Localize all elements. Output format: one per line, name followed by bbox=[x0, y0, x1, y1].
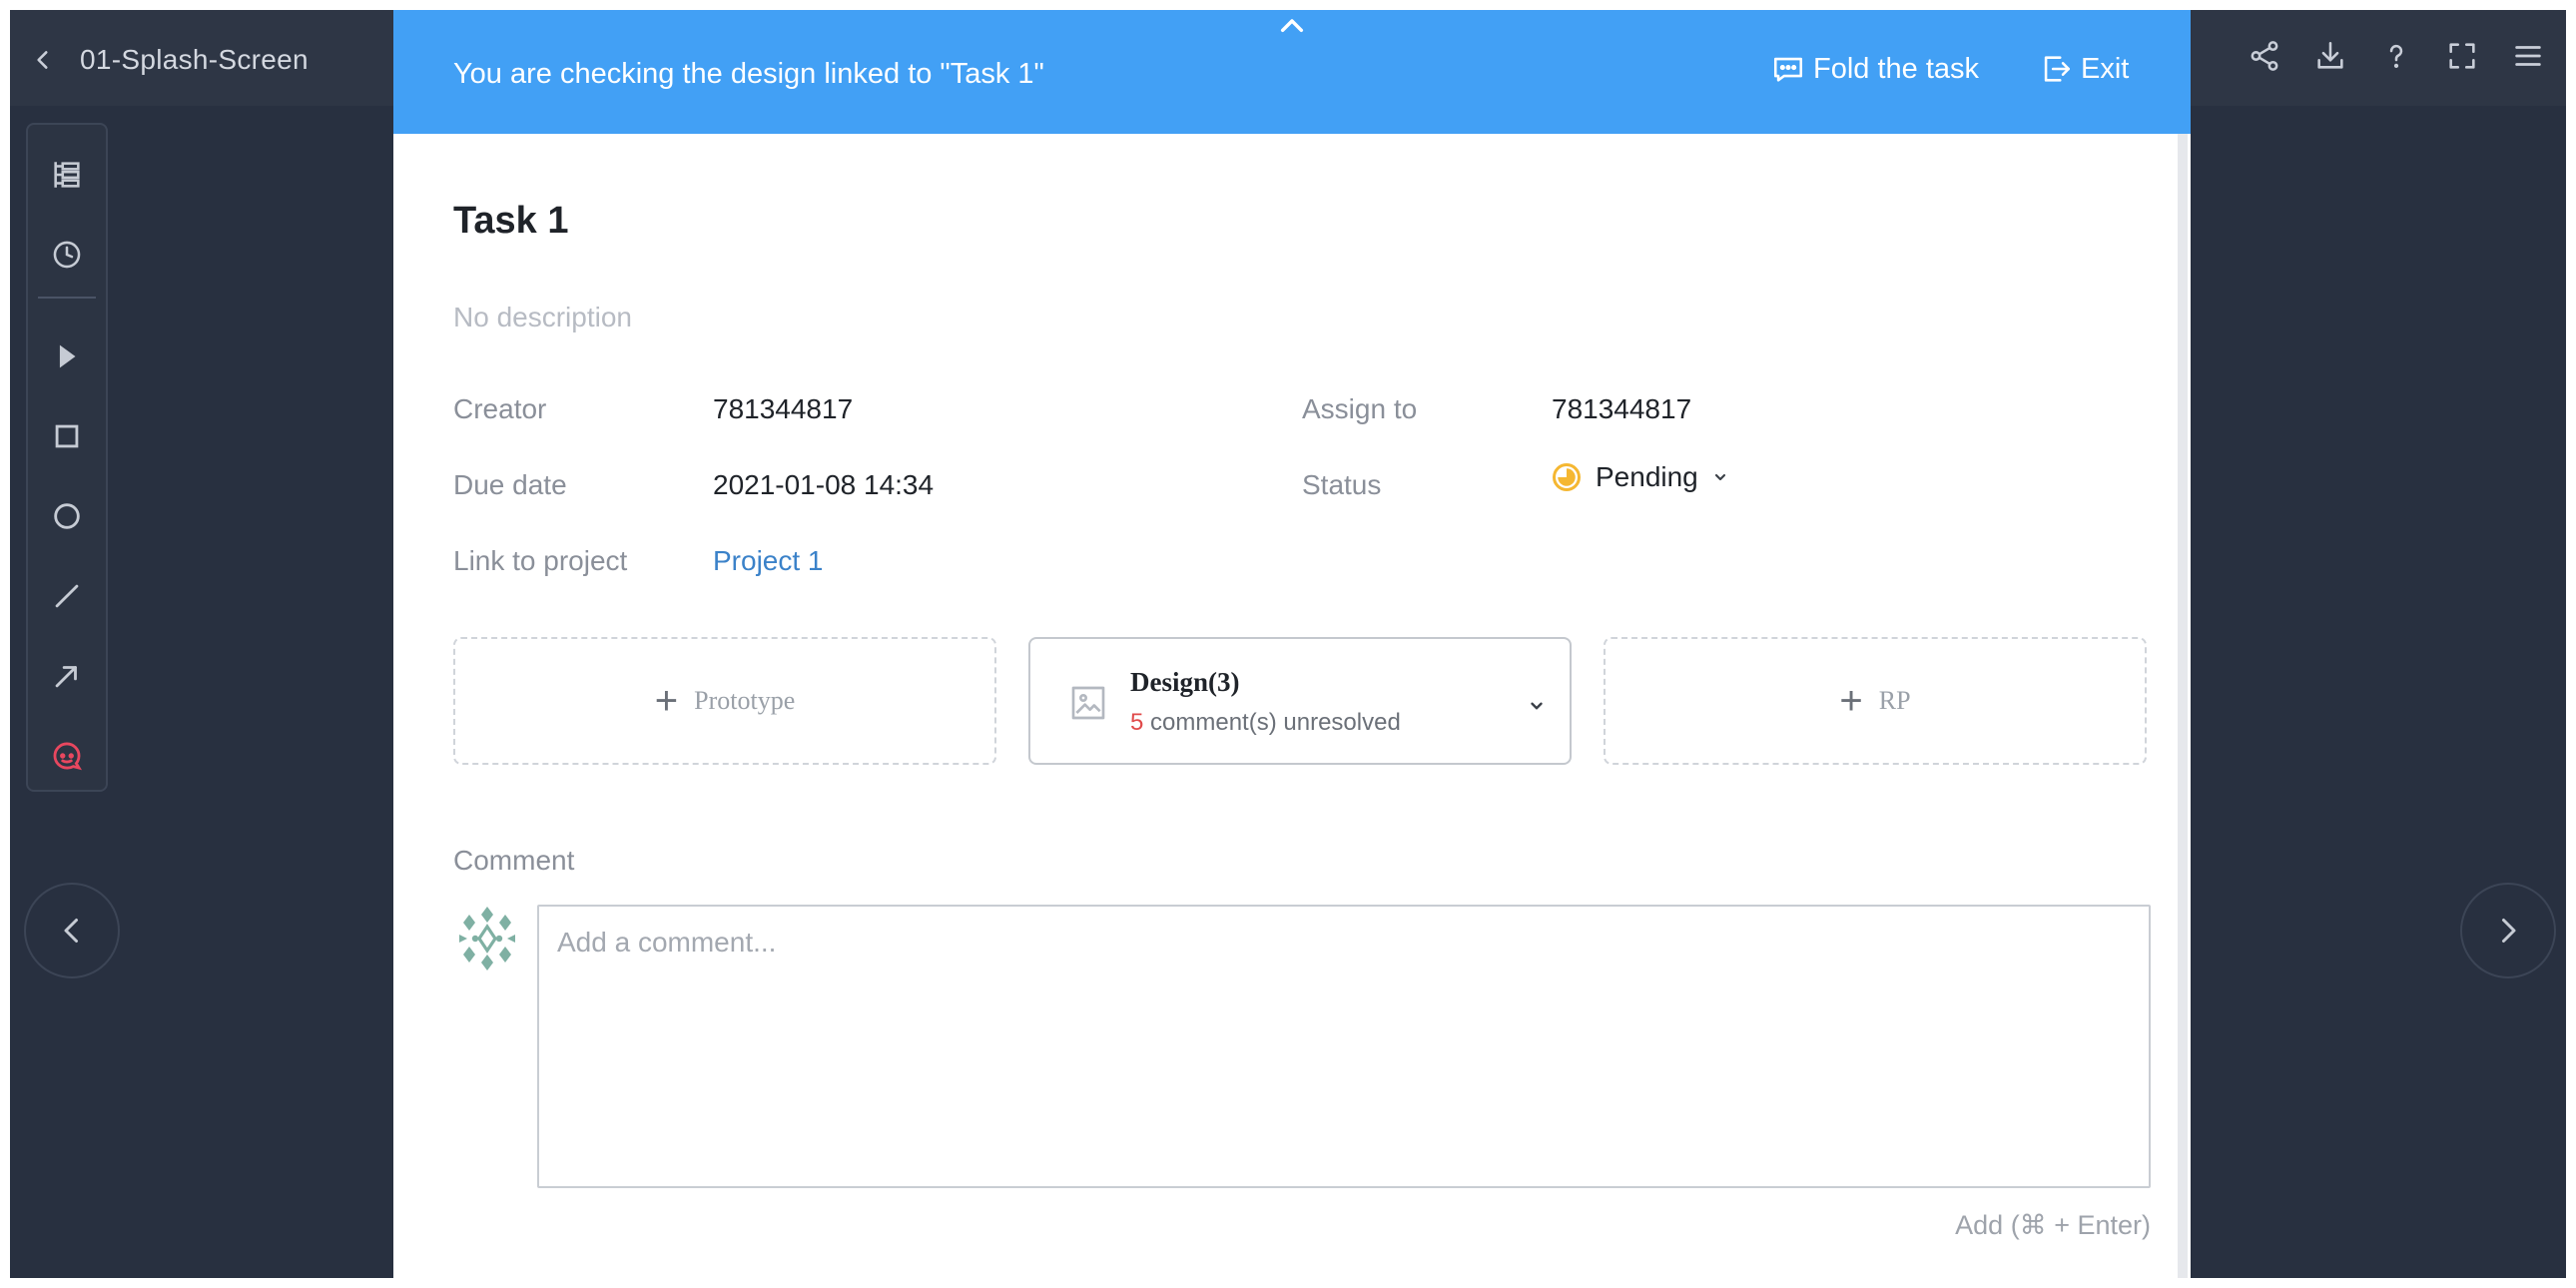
download-icon[interactable] bbox=[2312, 38, 2348, 74]
pointer-tool[interactable] bbox=[28, 326, 106, 386]
assign-value[interactable]: 781344817 bbox=[1552, 393, 1691, 425]
avatar bbox=[459, 907, 515, 970]
add-rp-card[interactable]: + RP bbox=[1604, 637, 2147, 765]
panel-scrollbar[interactable] bbox=[2178, 134, 2188, 1278]
add-comment-button[interactable]: Add (⌘ + Enter) bbox=[1947, 1210, 2151, 1241]
share-icon[interactable] bbox=[2247, 38, 2282, 74]
fold-task-label: Fold the task bbox=[1813, 52, 1980, 85]
menu-icon[interactable] bbox=[2510, 38, 2546, 74]
rectangle-tool[interactable] bbox=[28, 406, 106, 466]
add-prototype-card[interactable]: + Prototype bbox=[453, 637, 996, 765]
design-name: Design(3) bbox=[1130, 667, 1240, 697]
comment-tool[interactable] bbox=[28, 726, 106, 786]
design-check-banner: You are checking the design linked to "T… bbox=[393, 10, 2191, 134]
status-label: Status bbox=[1302, 469, 1382, 500]
task-title: Task 1 bbox=[453, 200, 569, 242]
plus-icon: + bbox=[654, 679, 679, 723]
page-title: 01-Splash-Screen bbox=[80, 44, 309, 75]
comment-input[interactable] bbox=[537, 905, 2151, 1188]
prototype-label: Prototype bbox=[694, 686, 796, 715]
fold-task-button[interactable]: Fold the task bbox=[1771, 52, 1979, 86]
layers-tool[interactable] bbox=[28, 145, 106, 205]
chat-bubble-icon bbox=[1773, 57, 1803, 82]
back-button[interactable]: 01-Splash-Screen bbox=[30, 40, 309, 80]
comment-label: Comment bbox=[453, 845, 575, 876]
previous-page-button[interactable] bbox=[24, 883, 120, 978]
pointer-icon bbox=[59, 344, 76, 368]
rp-label: RP bbox=[1878, 686, 1911, 715]
line-tool[interactable] bbox=[28, 566, 106, 626]
plus-icon: + bbox=[1839, 679, 1863, 723]
arrow-tool[interactable] bbox=[28, 646, 106, 706]
collapse-caret-icon[interactable] bbox=[1276, 14, 1308, 36]
design-unresolved: 5 comment(s) unresolved bbox=[1130, 709, 1401, 737]
toolbar-divider bbox=[38, 297, 96, 299]
line-icon bbox=[55, 584, 79, 608]
circle-icon bbox=[54, 503, 80, 529]
project-link[interactable]: Project 1 bbox=[713, 545, 824, 577]
creator-label: Creator bbox=[453, 393, 547, 424]
layers-icon bbox=[54, 162, 80, 188]
status-dropdown[interactable]: Pending bbox=[1552, 461, 1728, 493]
exit-label: Exit bbox=[2081, 52, 2130, 85]
history-tool[interactable] bbox=[28, 225, 106, 285]
link-project-label: Link to project bbox=[453, 545, 628, 576]
left-toolbar bbox=[26, 123, 108, 792]
chevron-left-icon bbox=[64, 919, 78, 943]
assign-label: Assign to bbox=[1302, 393, 1418, 424]
top-right-actions bbox=[2247, 38, 2546, 74]
app-window: 01-Splash-Screen You are checking the de… bbox=[10, 10, 2566, 1278]
pending-status-icon bbox=[1553, 463, 1581, 491]
status-value: Pending bbox=[1596, 461, 1698, 492]
due-date-value[interactable]: 2021-01-08 14:34 bbox=[713, 469, 934, 501]
task-panel: You are checking the design linked to "T… bbox=[393, 10, 2191, 1278]
arrow-icon bbox=[55, 666, 77, 688]
chevron-down-icon bbox=[1714, 473, 1725, 481]
comment-icon bbox=[53, 742, 82, 771]
help-icon[interactable] bbox=[2378, 38, 2414, 74]
banner-message: You are checking the design linked to "T… bbox=[453, 58, 1044, 90]
exit-icon bbox=[2044, 56, 2071, 82]
due-date-label: Due date bbox=[453, 469, 567, 500]
unresolved-text: comment(s) unresolved bbox=[1150, 709, 1401, 736]
task-description[interactable]: No description bbox=[453, 302, 632, 333]
chevron-down-icon[interactable] bbox=[1528, 697, 1546, 715]
circle-tool[interactable] bbox=[28, 486, 106, 546]
chevron-right-icon bbox=[2502, 919, 2516, 943]
chevron-left-icon bbox=[37, 51, 48, 69]
next-page-button[interactable] bbox=[2460, 883, 2556, 978]
exit-button[interactable]: Exit bbox=[2039, 52, 2129, 86]
fullscreen-icon[interactable] bbox=[2444, 38, 2480, 74]
history-icon bbox=[53, 241, 81, 269]
unresolved-count: 5 bbox=[1130, 709, 1144, 736]
creator-value: 781344817 bbox=[713, 393, 854, 424]
rectangle-icon bbox=[55, 424, 79, 448]
design-card[interactable]: Design(3) 5 comment(s) unresolved bbox=[1028, 637, 1572, 765]
image-icon bbox=[1071, 686, 1105, 720]
